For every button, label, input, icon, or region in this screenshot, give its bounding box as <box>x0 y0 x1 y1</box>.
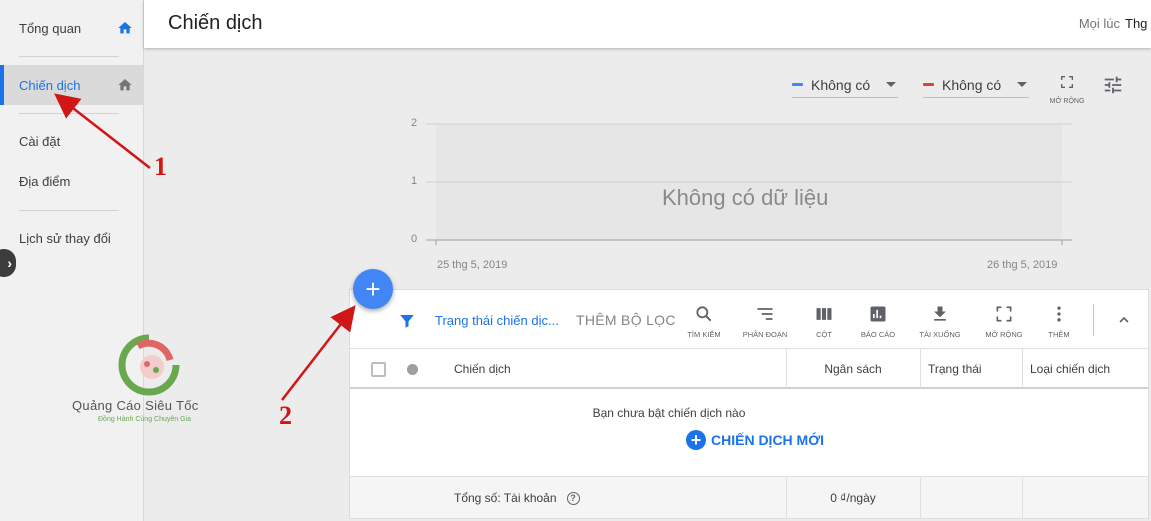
tool-label: TẢI XUỐNG <box>919 330 961 339</box>
total-label: Tổng số: Tài khoản <box>454 491 557 505</box>
more-tool-button[interactable]: THÊM <box>1033 304 1085 339</box>
new-campaign-button[interactable]: + CHIẾN DỊCH MỚI <box>686 430 824 450</box>
performance-chart <box>426 123 1072 245</box>
add-filter-button[interactable]: THÊM BỘ LỌC <box>576 312 676 328</box>
column-header-campaign[interactable]: Chiến dịch <box>454 349 511 388</box>
columns-tool-button[interactable]: CỘT <box>798 304 850 339</box>
status-dot-icon <box>407 364 418 375</box>
total-budget: 0 ₫/ngày <box>830 491 876 505</box>
column-divider <box>786 477 787 519</box>
tool-label: THÊM <box>1048 330 1070 339</box>
total-label-cell: Tổng số: Tài khoản ? <box>454 477 580 519</box>
chevron-up-icon[interactable] <box>1116 312 1132 328</box>
tool-label: MỞ RỘNG <box>985 330 1023 339</box>
help-icon[interactable]: ? <box>566 491 580 505</box>
y-axis-tick-label: 0 <box>411 233 418 245</box>
column-header-campaign-type[interactable]: Loại chiến dịch <box>1030 349 1110 388</box>
column-divider <box>920 349 921 388</box>
download-icon <box>934 306 946 321</box>
add-campaign-fab[interactable]: + <box>353 269 393 309</box>
reports-tool-button[interactable]: BÁO CÁO <box>852 304 904 339</box>
column-divider <box>920 477 921 519</box>
expand-table-button[interactable]: MỞ RỘNG <box>978 304 1030 339</box>
search-tool-button[interactable]: TÌM KIẾM <box>678 304 730 339</box>
tool-label: BÁO CÁO <box>860 330 896 339</box>
download-tool-button[interactable]: TẢI XUỐNG <box>914 304 966 339</box>
toolbar-divider <box>1093 304 1094 336</box>
column-divider <box>1022 477 1023 519</box>
segment-icon <box>757 308 773 320</box>
logo-title: Quảng Cáo Siêu Tốc <box>72 398 199 413</box>
new-campaign-label: CHIẾN DỊCH MỚI <box>711 432 825 448</box>
annotation-arrow-2 <box>281 305 356 401</box>
report-icon <box>870 306 886 322</box>
filter-icon[interactable] <box>398 312 416 330</box>
empty-state-message: Bạn chưa bật chiến dịch nào <box>592 406 746 420</box>
plus-icon: + <box>365 274 381 304</box>
fullscreen-icon <box>996 306 1012 322</box>
select-all-checkbox[interactable] <box>371 362 386 377</box>
x-axis-end-date: 26 thg 5, 2019 <box>987 259 1058 271</box>
y-axis-tick-label: 1 <box>411 175 418 187</box>
column-header-status[interactable]: Trạng thái <box>928 349 982 388</box>
tool-label: CỘT <box>816 330 832 339</box>
brand-logo <box>118 334 180 396</box>
x-axis-start-date: 25 thg 5, 2019 <box>437 259 508 271</box>
segment-tool-button[interactable]: PHÂN ĐOẠN <box>739 304 791 339</box>
chart-no-data-message: Không có dữ liệu <box>662 185 829 210</box>
tool-label: TÌM KIẾM <box>687 330 721 339</box>
table-total-row: Tổng số: Tài khoản ? 0 ₫/ngày <box>350 476 1148 519</box>
logo-subtitle: Đồng Hành Cùng Chuyên Gia <box>98 416 192 423</box>
annotation-number-2: 2 <box>279 401 292 430</box>
table-header-row: Chiến dịch Ngân sách Trạng thái Loại chi… <box>350 348 1148 389</box>
campaigns-table-card: Trạng thái chiến dịc... THÊM BỘ LỌC TÌM … <box>349 289 1149 519</box>
annotation-number-1: 1 <box>154 152 167 181</box>
tool-label: PHÂN ĐOẠN <box>742 330 788 339</box>
add-circle-icon: + <box>686 430 706 450</box>
column-header-budget[interactable]: Ngân sách <box>786 349 920 388</box>
columns-icon <box>816 308 832 320</box>
more-vert-icon <box>1057 306 1061 322</box>
search-icon <box>696 306 712 322</box>
column-divider <box>786 349 787 388</box>
y-axis-tick-label: 2 <box>411 117 418 129</box>
column-divider <box>1022 349 1023 388</box>
filter-chip-campaign-status[interactable]: Trạng thái chiến dịc... <box>435 313 559 328</box>
